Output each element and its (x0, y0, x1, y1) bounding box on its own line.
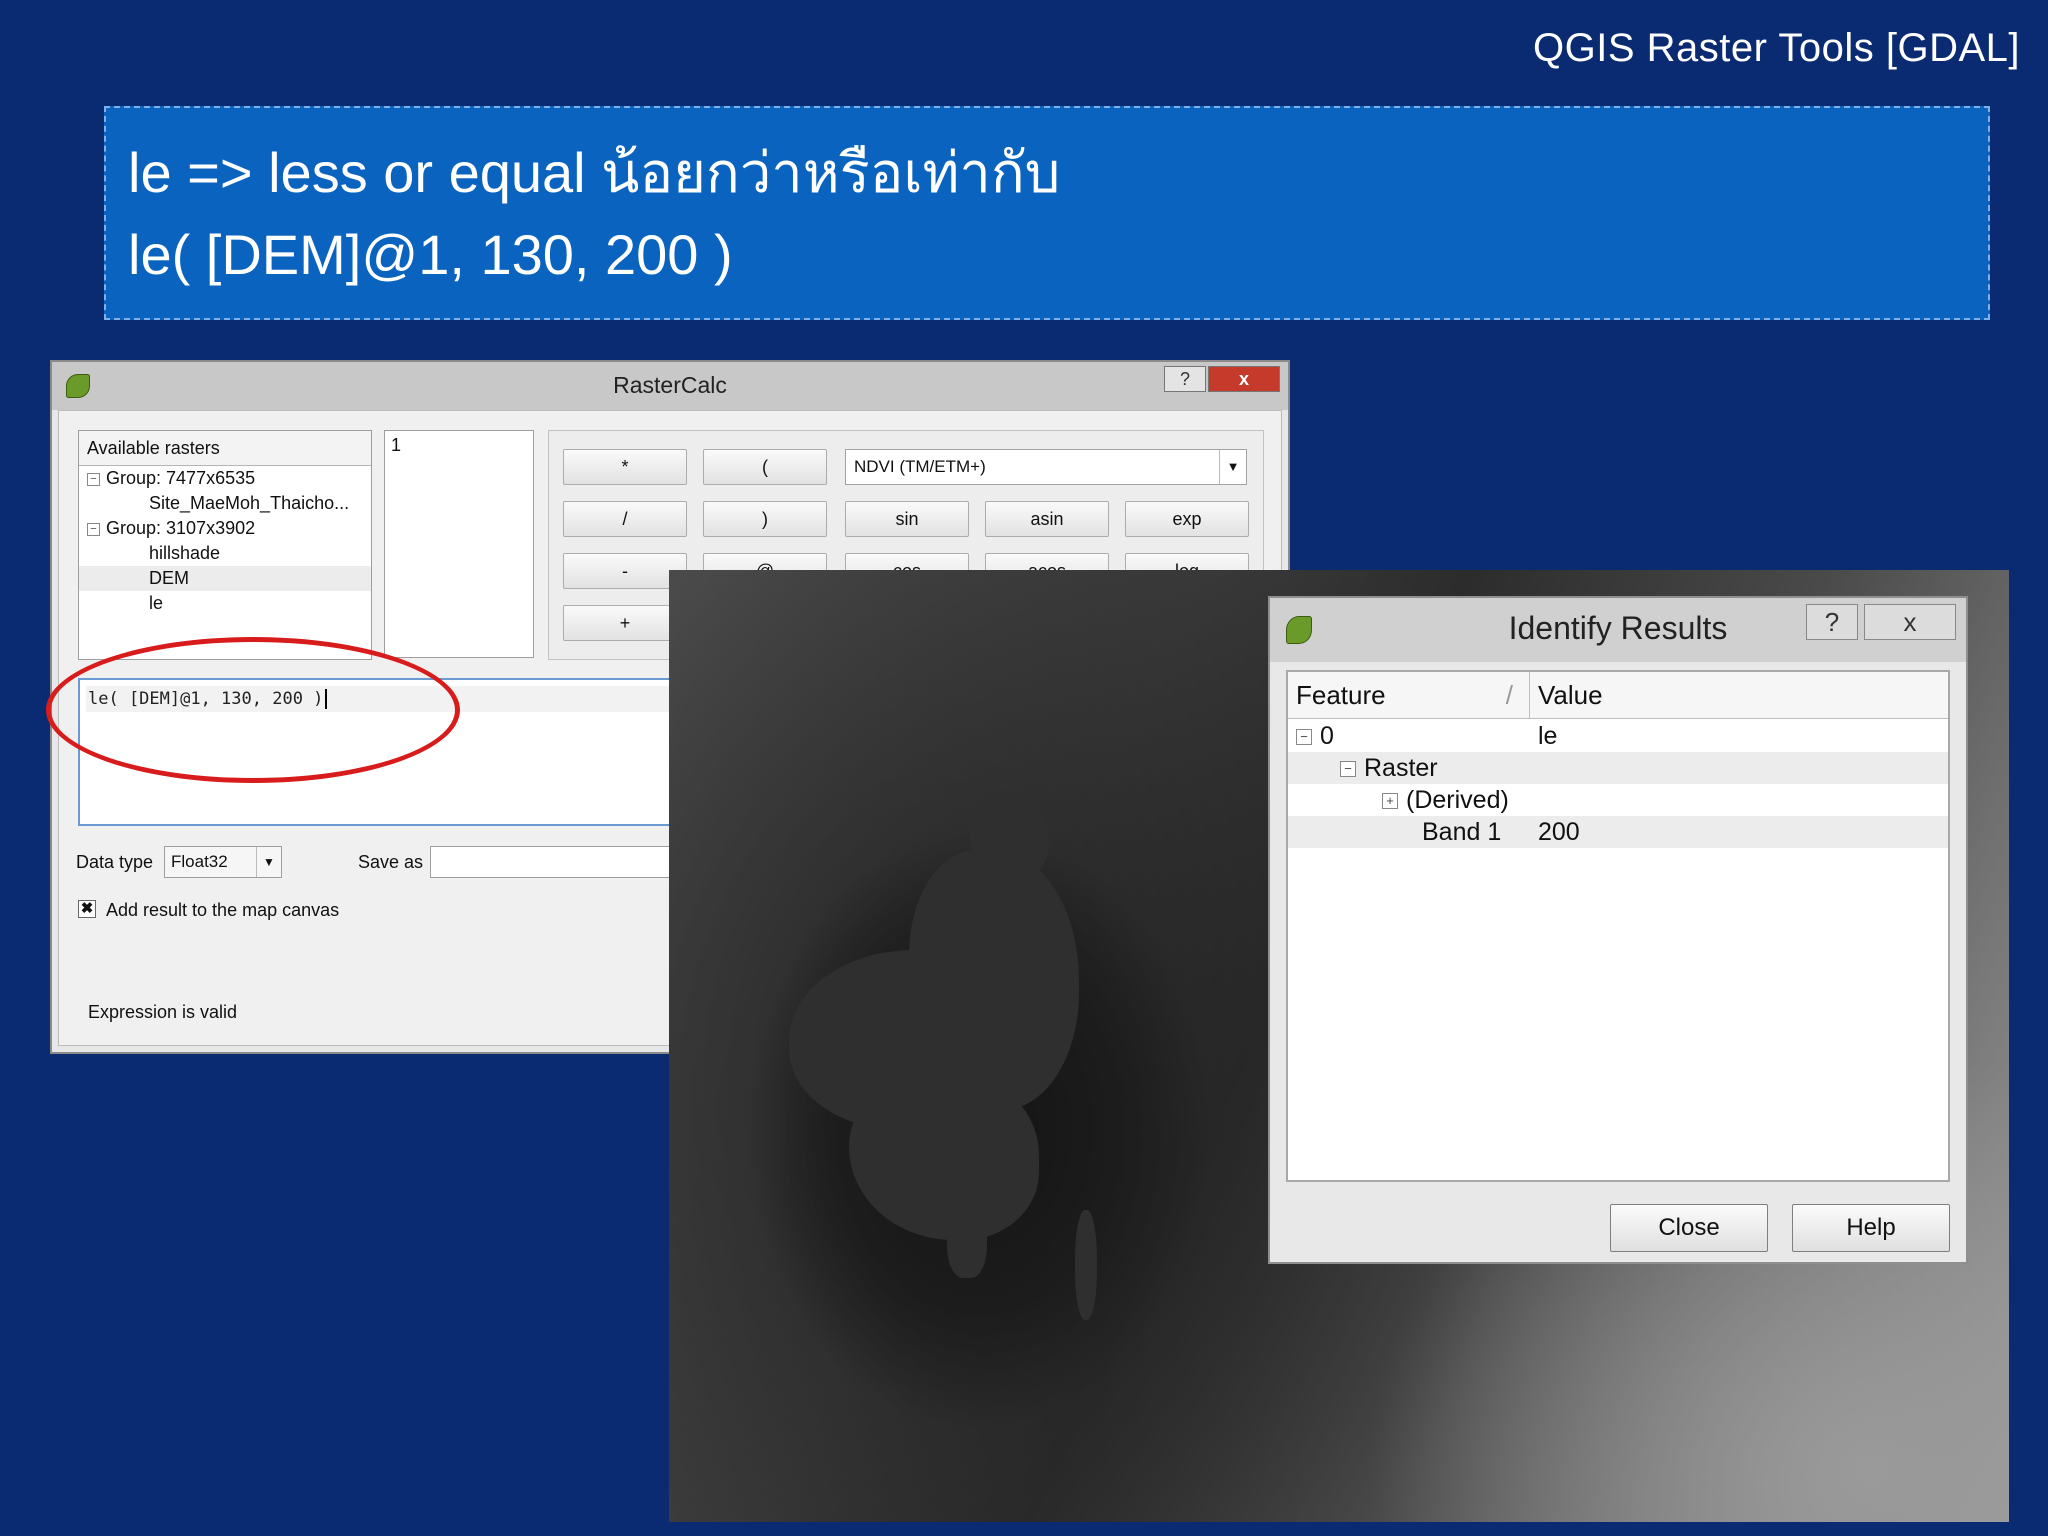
results-row[interactable]: + (Derived) (1288, 784, 1948, 816)
help-button[interactable]: ? (1806, 604, 1858, 640)
available-rasters-header: Available rasters (79, 431, 371, 466)
data-type-select[interactable]: Float32 ▼ (164, 846, 282, 878)
chevron-down-icon[interactable]: ▼ (1219, 450, 1246, 484)
close-window-button[interactable]: x (1864, 604, 1956, 640)
sin-button[interactable]: sin (845, 501, 969, 537)
tree-item-dem[interactable]: DEM (79, 566, 371, 591)
column-value[interactable]: Value (1530, 672, 1948, 718)
collapse-icon[interactable]: − (87, 522, 100, 536)
status-text: Expression is valid (88, 1002, 238, 1022)
band-list[interactable]: 1 (384, 430, 534, 658)
multiply-button[interactable]: * (563, 449, 687, 485)
identify-title: Identify Results (1508, 610, 1728, 646)
available-rasters-tree[interactable]: Available rasters − Group: 7477x6535 Site… (78, 430, 372, 660)
row-value: 200 (1538, 818, 1580, 846)
identify-results-dialog: Identify Results ? x Feature / Value −0 … (1268, 596, 1968, 1264)
save-as-label: Save as (358, 852, 424, 872)
tree-item-hillshade[interactable]: hillshade (79, 541, 371, 566)
highlight-ellipse (46, 637, 460, 783)
raster-feature (947, 1198, 987, 1278)
tree-item-group-2[interactable]: − Group: 3107x3902 (79, 516, 371, 541)
help-button[interactable]: ? (1164, 366, 1206, 392)
add-result-checkbox[interactable]: ✖ (78, 900, 96, 918)
info-banner: le => less or equal น้อยกว่าหรือเท่ากับ … (104, 106, 1990, 320)
open-paren-button[interactable]: ( (703, 449, 827, 485)
add-result-label: Add result to the map canvas (106, 900, 340, 920)
banner-line-1: le => less or equal น้อยกว่าหรือเท่ากับ (128, 141, 1061, 204)
column-feature[interactable]: Feature / (1288, 672, 1530, 718)
raster-feature (1075, 1210, 1097, 1320)
collapse-icon[interactable]: − (87, 472, 100, 486)
close-window-button[interactable]: x (1208, 366, 1280, 392)
identify-titlebar[interactable]: Identify Results ? x (1270, 598, 1966, 662)
data-type-label: Data type (76, 852, 154, 872)
close-paren-button[interactable]: ) (703, 501, 827, 537)
raster-feature (849, 1070, 1039, 1240)
results-header: Feature / Value (1288, 672, 1948, 719)
identify-results-tree[interactable]: Feature / Value −0 le − Raster + (Derived)… (1286, 670, 1950, 1182)
exp-button[interactable]: exp (1125, 501, 1249, 537)
band-item[interactable]: 1 (391, 435, 527, 456)
rastercalc-title: RasterCalc (613, 372, 727, 398)
slide-header-title: QGIS Raster Tools [GDAL] (1533, 26, 2020, 70)
rastercalc-titlebar[interactable]: RasterCalc ? x (52, 362, 1288, 410)
results-row[interactable]: − Raster (1288, 752, 1948, 784)
divide-button[interactable]: / (563, 501, 687, 537)
sort-icon: / (1505, 680, 1513, 710)
expand-icon[interactable]: + (1382, 793, 1398, 810)
row-value: le (1538, 722, 1558, 750)
close-button[interactable]: Close (1610, 1204, 1768, 1252)
results-row[interactable]: −0 le (1288, 720, 1948, 752)
collapse-icon[interactable]: − (1296, 729, 1312, 746)
tree-item-group-1[interactable]: − Group: 7477x6535 (79, 466, 371, 491)
tree-item-le[interactable]: le (79, 591, 371, 616)
results-row[interactable]: Band 1 200 (1288, 816, 1948, 848)
preset-combo[interactable]: NDVI (TM/ETM+) ▼ (845, 449, 1247, 485)
tree-item-site[interactable]: Site_MaeMoh_Thaicho... (79, 491, 371, 516)
asin-button[interactable]: asin (985, 501, 1109, 537)
collapse-icon[interactable]: − (1340, 761, 1356, 778)
banner-line-2: le( [DEM]@1, 130, 200 ) (128, 223, 733, 286)
help-bottom-button[interactable]: Help (1792, 1204, 1950, 1252)
chevron-down-icon[interactable]: ▼ (256, 847, 281, 877)
row-feature: Band 1 (1422, 818, 1502, 846)
